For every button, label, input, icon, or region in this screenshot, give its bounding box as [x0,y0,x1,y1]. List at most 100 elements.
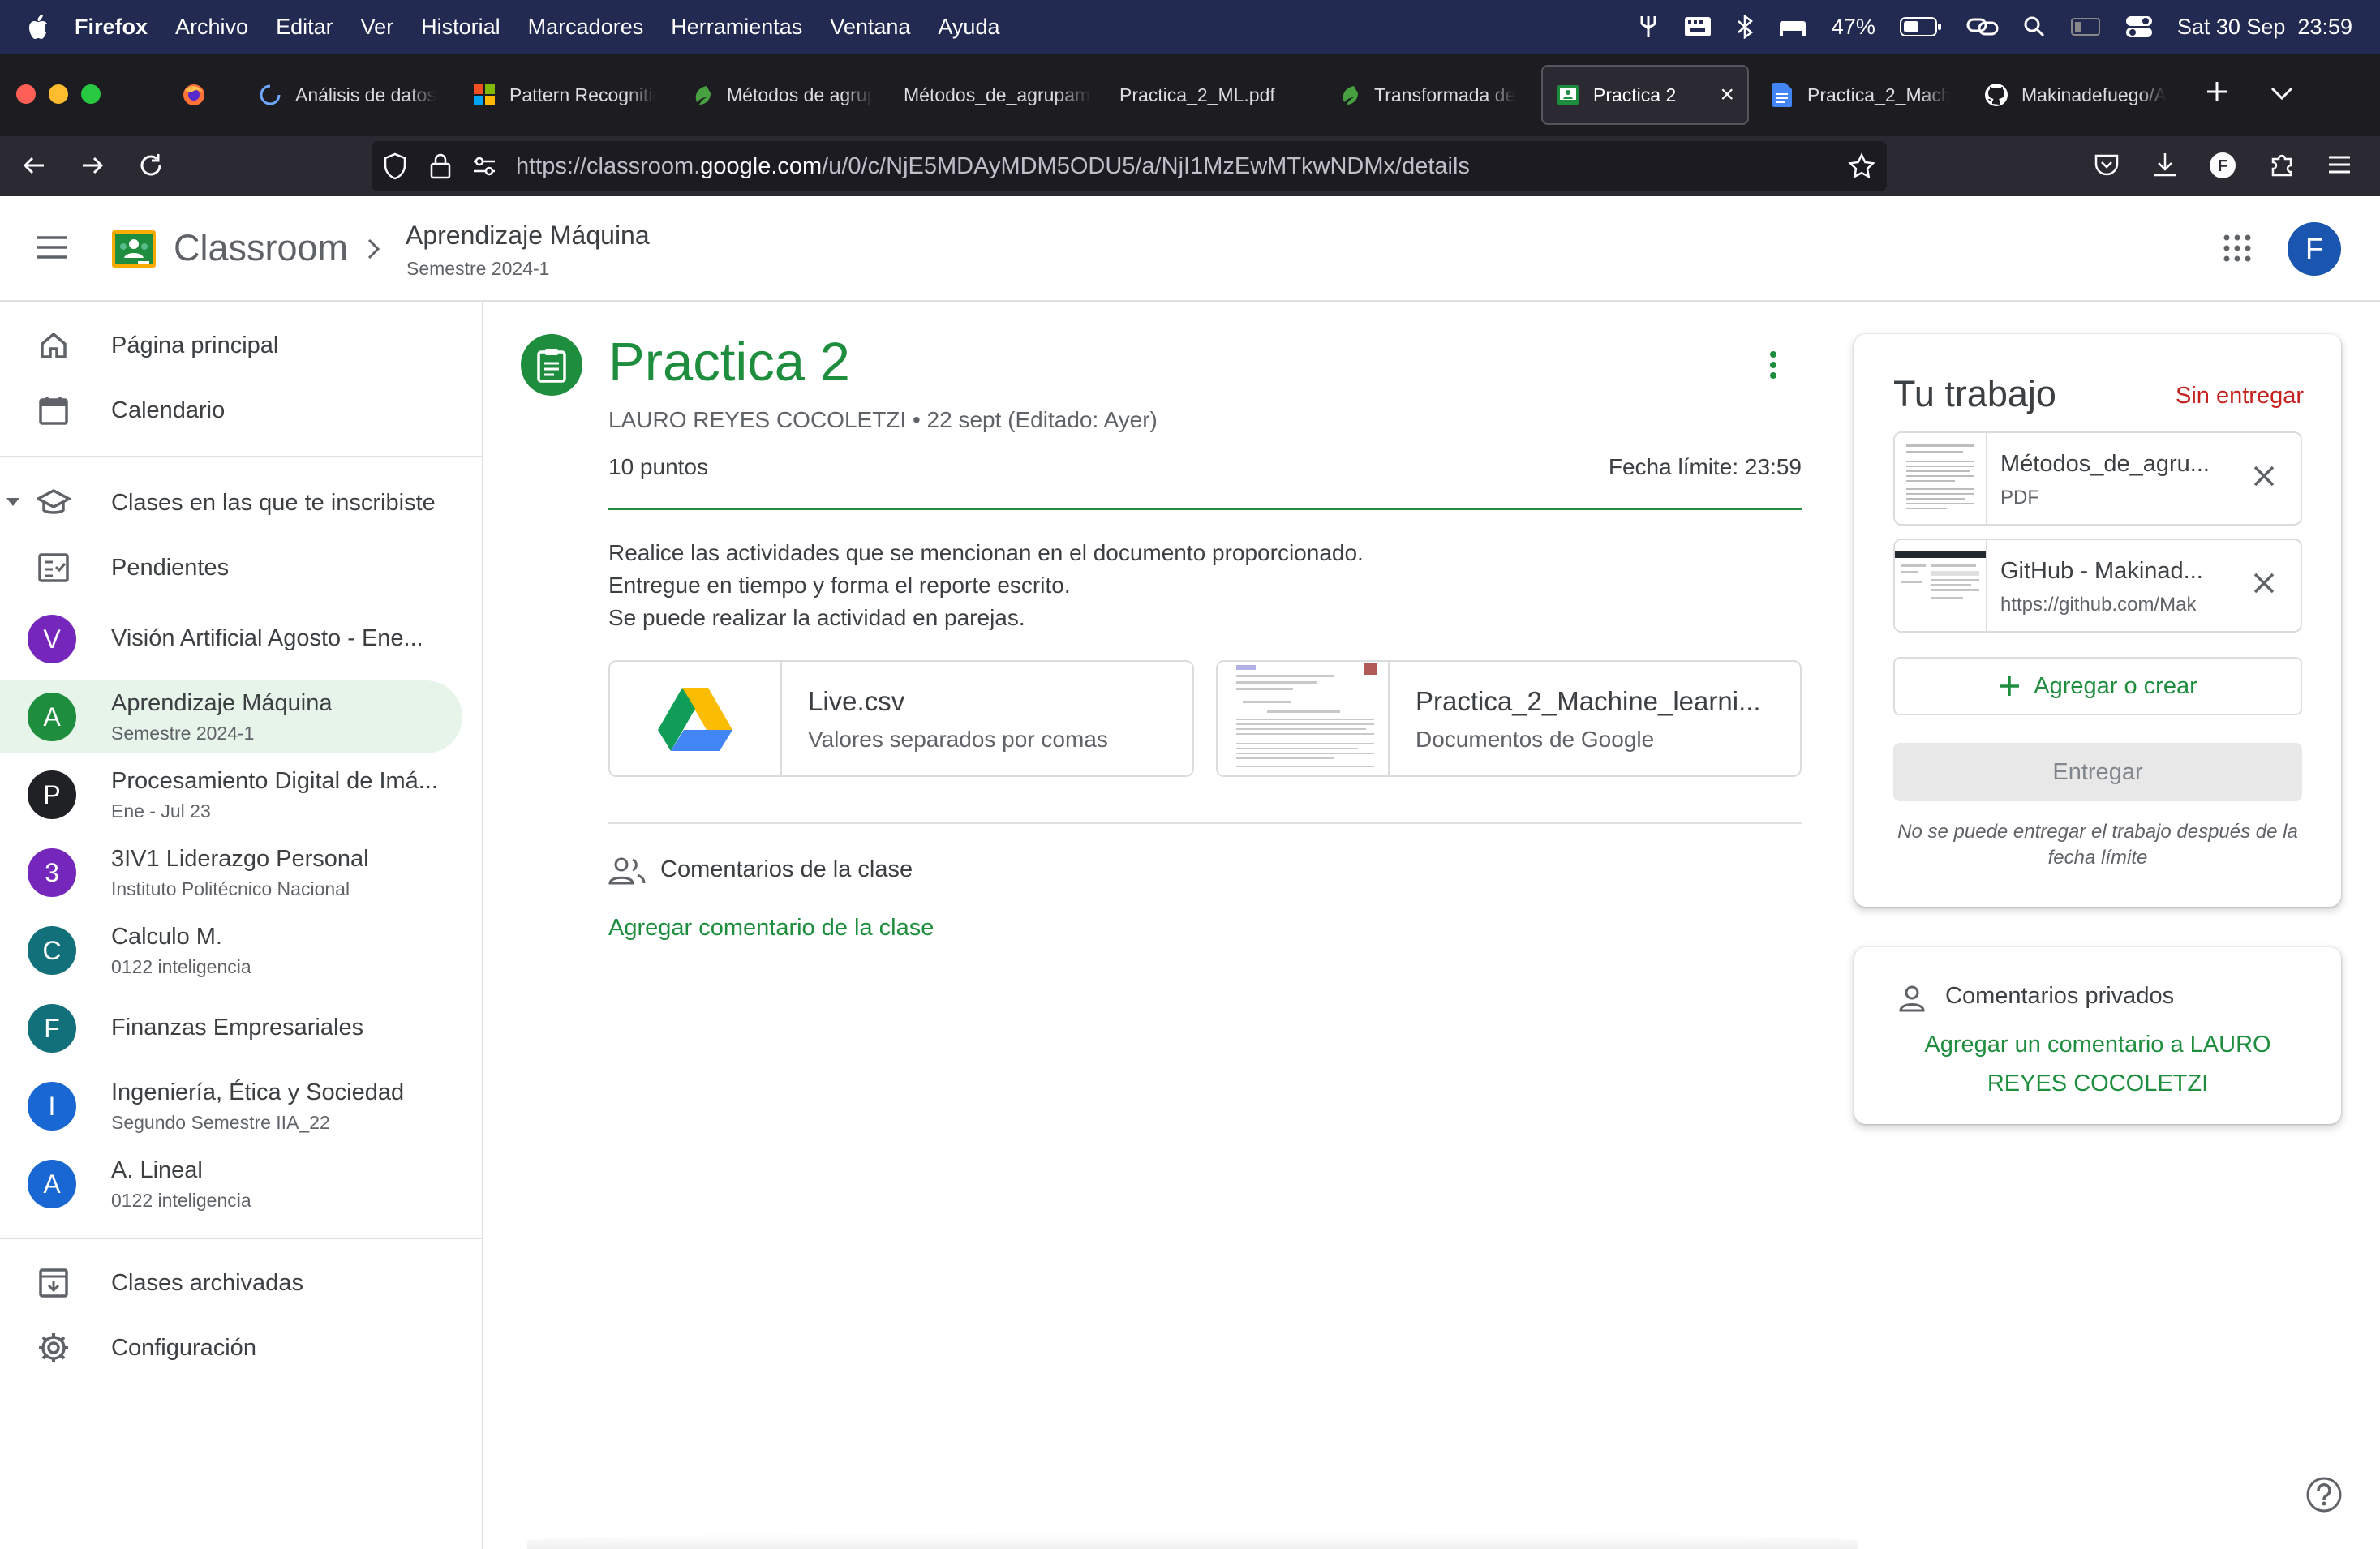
sidebar-course-calculo[interactable]: C Calculo M. 0122 inteligencia [0,914,462,987]
url-bar[interactable]: https://classroom.google.com/u/0/c/NjE5M… [372,141,1887,191]
sidebar-item-settings[interactable]: Configuración [0,1315,462,1380]
tab-firefox[interactable] [182,65,217,125]
apple-menu-icon[interactable] [0,14,75,40]
bookmark-star-icon[interactable] [1848,152,1875,180]
submitted-file-pdf[interactable]: Métodos_de_agru... PDF [1893,431,2302,526]
add-or-create-button[interactable]: Agregar o crear [1893,657,2302,715]
tab-transformada[interactable]: Transformada de [1337,65,1525,125]
menu-ver[interactable]: Ver [361,15,394,40]
classroom-logo-icon[interactable] [112,230,156,268]
sidebar-divider [0,456,483,457]
close-tab-icon[interactable]: × [1720,81,1734,109]
menu-app-name[interactable]: Firefox [75,15,148,40]
sidebar-item-archived[interactable]: Clases archivadas [0,1251,462,1315]
tab-practica-2-machine[interactable]: Practica_2_Machine [1770,65,1950,125]
google-apps-icon[interactable] [2223,234,2252,267]
menu-marcadores[interactable]: Marcadores [528,15,644,40]
sidebar-course-finanzas[interactable]: F Finanzas Empresariales [0,992,462,1065]
zoom-window-button[interactable] [81,84,101,104]
fork-status-icon[interactable] [1637,15,1660,39]
sidebar-course-ingenieria-etica[interactable]: I Ingeniería, Ética y Sociedad Segundo S… [0,1070,462,1143]
tab-title: Practica 2 [1593,84,1677,105]
submitted-link-github[interactable]: GitHub - Makinad... https://github.com/M… [1893,539,2302,633]
section-divider [608,822,1802,824]
pocket-icon[interactable] [2093,151,2120,182]
tab-metodos-pdf[interactable]: Métodos_de_agrupamiento [904,65,1092,125]
home-icon [36,328,71,363]
submit-button[interactable]: Entregar [1893,743,2302,801]
more-options-icon[interactable] [1768,350,1778,384]
close-window-button[interactable] [16,84,36,104]
breadcrumb-course-name[interactable]: Aprendizaje Máquina [406,221,650,251]
webpage-thumbnail [1895,540,1987,631]
tab-title: Practica_2_ML.pdf [1119,84,1275,105]
account-icon[interactable]: F [2208,151,2237,184]
remove-file-icon[interactable] [2252,571,2276,599]
forward-button[interactable] [78,151,107,184]
extensions-icon[interactable] [2268,151,2296,182]
app-menu-icon[interactable] [2326,151,2352,182]
sidebar-item-label: Página principal [111,332,279,358]
permissions-icon[interactable] [472,157,496,176]
tab-github[interactable]: Makinadefuego/A [1984,65,2167,125]
sidebar-item-calendar[interactable]: Calendario [0,378,462,443]
list-all-tabs-button[interactable] [2270,86,2294,105]
bluetooth-icon[interactable] [1736,15,1754,39]
course-avatar: A [28,693,76,741]
minimize-window-button[interactable] [49,84,68,104]
sidebar-course-aprendizaje-maquina[interactable]: A Aprendizaje Máquina Semestre 2024-1 [0,680,462,753]
user-avatar[interactable]: F [2288,222,2341,276]
attachment-practica-doc[interactable]: Practica_2_Machine_learni... Documentos … [1216,660,1802,777]
link-status-icon[interactable] [1966,16,1999,37]
sidebar-course-liderazgo[interactable]: 3 3IV1 Liderazgo Personal Instituto Poli… [0,836,462,909]
course-name: Ingeniería, Ética y Sociedad [111,1079,405,1105]
menu-historial[interactable]: Historial [421,15,500,40]
battery-icon[interactable] [1899,16,1942,37]
attachment-type: Documentos de Google [1416,727,1655,752]
add-class-comment-link[interactable]: Agregar comentario de la clase [608,915,934,942]
sidebar-item-home[interactable]: Página principal [0,313,462,378]
app-title[interactable]: Classroom [174,227,348,269]
tab-analisis-datos[interactable]: Análisis de datos [258,65,438,125]
back-button[interactable] [19,151,49,184]
tab-practica-2-ml-pdf[interactable]: Practica_2_ML.pdf [1119,65,1306,125]
sidebar-course-a-lineal[interactable]: A A. Lineal 0122 inteligencia [0,1148,462,1221]
spotlight-search-icon[interactable] [2023,15,2046,38]
person-icon [1898,985,1926,1016]
sidebar-item-todo[interactable]: Pendientes [0,535,462,600]
course-name: Visión Artificial Agosto - Ene... [111,625,423,651]
menu-editar[interactable]: Editar [276,15,333,40]
tab-title: Análisis de datos [295,84,436,105]
help-icon[interactable] [2305,1476,2343,1517]
main-menu-icon[interactable] [36,235,68,264]
new-tab-button[interactable] [2205,79,2229,108]
control-center-icon[interactable] [2125,15,2153,38]
microsoft-icon [472,83,496,107]
file-name: Métodos_de_agru... [2000,451,2210,477]
reload-button[interactable] [136,151,165,184]
tab-pattern-recognition[interactable]: Pattern Recognition [472,65,655,125]
menu-archivo[interactable]: Archivo [175,15,248,40]
lock-icon[interactable] [430,153,451,179]
tab-metodos-agrupamiento[interactable]: Métodos de agrupamiento [690,65,873,125]
sidebar-course-procesamiento-digital[interactable]: P Procesamiento Digital de Imá... Ene - … [0,758,462,831]
attachment-type: Valores separados por comas [808,727,1108,752]
clock[interactable]: Sat 30 Sep 23:59 [2177,15,2352,40]
add-private-comment-link[interactable]: Agregar un comentario a LAURO REYES COCO… [1903,1025,2292,1103]
display-status-icon[interactable] [2070,16,2101,37]
sidebar-item-enrolled[interactable]: Clases en las que te inscribiste [0,470,462,535]
tab-practica-2[interactable]: Practica 2 × [1541,65,1749,125]
bed-status-icon[interactable] [1778,16,1807,37]
menu-ventana[interactable]: Ventana [830,15,910,40]
attachment-live-csv[interactable]: Live.csv Valores separados por comas [608,660,1194,777]
sidebar-course-vision-artificial[interactable]: V Visión Artificial Agosto - Ene... [0,603,462,676]
menu-ayuda[interactable]: Ayuda [938,15,999,40]
remove-file-icon[interactable] [2252,464,2276,492]
menu-herramientas[interactable]: Herramientas [671,15,802,40]
keyboard-status-icon[interactable] [1684,16,1712,37]
tab-title: Métodos de agrupamiento [727,84,873,105]
collapse-arrow-icon[interactable] [6,496,19,512]
tracking-protection-shield-icon[interactable] [383,152,407,180]
downloads-icon[interactable] [2151,151,2179,182]
file-url: https://github.com/Mak [2000,594,2197,616]
